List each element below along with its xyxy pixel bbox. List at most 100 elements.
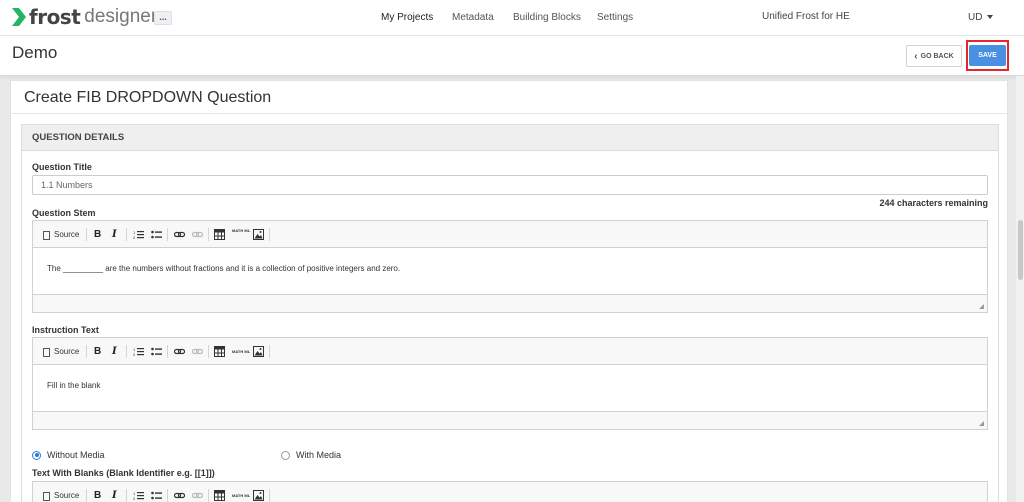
question-details-section: QUESTION DETAILS Question Title 1.1 Numb…: [21, 124, 999, 502]
scrollbar-thumb[interactable]: [1018, 220, 1023, 280]
divider: [11, 113, 1007, 114]
unlink-icon[interactable]: [192, 229, 203, 240]
instruction-text-label: Instruction Text: [32, 325, 99, 335]
link-icon[interactable]: [174, 346, 185, 357]
toolbar-separator: [269, 228, 270, 241]
page-title: Demo: [12, 43, 58, 62]
toolbar-separator: [86, 489, 87, 502]
bold-button[interactable]: B: [94, 229, 101, 240]
toolbar-separator: [269, 489, 270, 502]
scrollbar-track[interactable]: [1016, 76, 1024, 502]
numbered-list-icon[interactable]: 12: [133, 346, 144, 357]
bullet-list-icon[interactable]: [151, 346, 162, 357]
source-button[interactable]: Source: [43, 490, 79, 501]
toolbar-separator: [126, 489, 127, 502]
table-icon[interactable]: [214, 490, 225, 501]
source-icon: [43, 348, 50, 357]
mathml-button[interactable]: MATH ML: [232, 346, 250, 357]
logo-text-designer: designer: [84, 6, 158, 27]
instruction-text: Fill in the blank: [47, 381, 101, 390]
toolbar-separator: [208, 489, 209, 502]
editor-content[interactable]: Fill in the blank: [33, 365, 987, 412]
svg-text:2: 2: [133, 235, 136, 240]
source-label: Source: [54, 230, 80, 239]
source-button[interactable]: Source: [43, 229, 79, 240]
go-back-button[interactable]: ‹ GO BACK: [906, 45, 962, 67]
question-stem-label: Question Stem: [32, 208, 96, 218]
toolbar-separator: [208, 345, 209, 358]
with-media-label: With Media: [296, 450, 342, 460]
toolbar-separator: [269, 345, 270, 358]
numbered-list-icon[interactable]: 12: [133, 490, 144, 501]
user-menu[interactable]: UD: [968, 12, 994, 23]
without-media-radio[interactable]: Without Media: [32, 450, 105, 460]
mathml-button[interactable]: MATH ML: [232, 229, 250, 240]
logo-text-frost: frost: [29, 5, 81, 29]
go-back-label: GO BACK: [920, 52, 954, 60]
page-header: Demo ‹ GO BACK: [0, 36, 1024, 76]
bold-button[interactable]: B: [94, 346, 101, 357]
text-with-blanks-label: Text With Blanks (Blank Identifier e.g. …: [32, 468, 215, 478]
table-icon[interactable]: [214, 229, 225, 240]
image-icon[interactable]: [253, 490, 264, 501]
nav-metadata[interactable]: Metadata: [452, 12, 494, 23]
unlink-icon[interactable]: [192, 490, 203, 501]
unlink-icon[interactable]: [192, 346, 203, 357]
mathml-button[interactable]: MATH ML: [232, 490, 250, 501]
numbered-list-icon[interactable]: 12: [133, 229, 144, 240]
section-header[interactable]: QUESTION DETAILS: [22, 125, 998, 151]
toolbar-separator: [208, 228, 209, 241]
table-icon[interactable]: [214, 346, 225, 357]
toolbar-separator: [86, 345, 87, 358]
toolbar-separator: [167, 489, 168, 502]
radio-unselected-icon: [281, 450, 290, 460]
resize-handle-icon[interactable]: [979, 304, 984, 309]
question-title-input[interactable]: 1.1 Numbers: [32, 175, 988, 195]
characters-remaining: 244 characters remaining: [879, 198, 988, 208]
logo-chevron-icon: [12, 8, 26, 26]
top-navbar: frost designer ... My Projects Metadata …: [0, 0, 1024, 36]
save-button[interactable]: SAVE: [969, 45, 1006, 66]
source-icon: [43, 231, 50, 240]
with-media-radio[interactable]: With Media: [281, 450, 341, 460]
svg-text:2: 2: [133, 352, 136, 357]
source-button[interactable]: Source: [43, 346, 79, 357]
image-icon[interactable]: [253, 346, 264, 357]
tenant-name[interactable]: Unified Frost for HE: [762, 11, 850, 22]
text-with-blanks-editor: Source B I 12 MATH ML: [32, 481, 988, 502]
italic-button[interactable]: I: [112, 346, 117, 357]
frost-logo[interactable]: frost designer: [12, 5, 157, 29]
editor-toolbar: Source B I 12 MATH ML: [33, 482, 987, 502]
question-stem-editor: Source B I 12 MATH ML The _________ are …: [32, 220, 988, 313]
svg-text:2: 2: [133, 496, 136, 501]
card-title: Create FIB DROPDOWN Question: [24, 89, 272, 106]
question-title-label: Question Title: [32, 162, 92, 172]
italic-button[interactable]: I: [112, 490, 117, 501]
caret-down-icon: [987, 15, 994, 20]
editor-content[interactable]: The _________ are the numbers without fr…: [33, 248, 987, 295]
resize-handle-icon[interactable]: [979, 421, 984, 426]
link-icon[interactable]: [174, 229, 185, 240]
radio-selected-icon: [32, 450, 41, 460]
question-card: Create FIB DROPDOWN Question QUESTION DE…: [10, 80, 1008, 502]
nav-settings[interactable]: Settings: [597, 12, 633, 23]
italic-button[interactable]: I: [112, 229, 117, 240]
chevron-left-icon: ‹: [914, 50, 918, 62]
toolbar-separator: [86, 228, 87, 241]
source-label: Source: [54, 347, 80, 356]
without-media-label: Without Media: [47, 450, 105, 460]
user-initials: UD: [968, 12, 983, 23]
bold-button[interactable]: B: [94, 490, 101, 501]
link-icon[interactable]: [174, 490, 185, 501]
instruction-text-editor: Source B I 12 MATH ML Fill in the blank: [32, 337, 988, 430]
source-label: Source: [54, 491, 80, 500]
bullet-list-icon[interactable]: [151, 229, 162, 240]
nav-my-projects[interactable]: My Projects: [381, 12, 433, 23]
image-icon[interactable]: [253, 229, 264, 240]
toolbar-separator: [126, 345, 127, 358]
bullet-list-icon[interactable]: [151, 490, 162, 501]
toolbar-separator: [126, 228, 127, 241]
toolbar-separator: [167, 345, 168, 358]
nav-building-blocks[interactable]: Building Blocks: [513, 12, 581, 23]
more-menu-button[interactable]: ...: [154, 11, 172, 25]
